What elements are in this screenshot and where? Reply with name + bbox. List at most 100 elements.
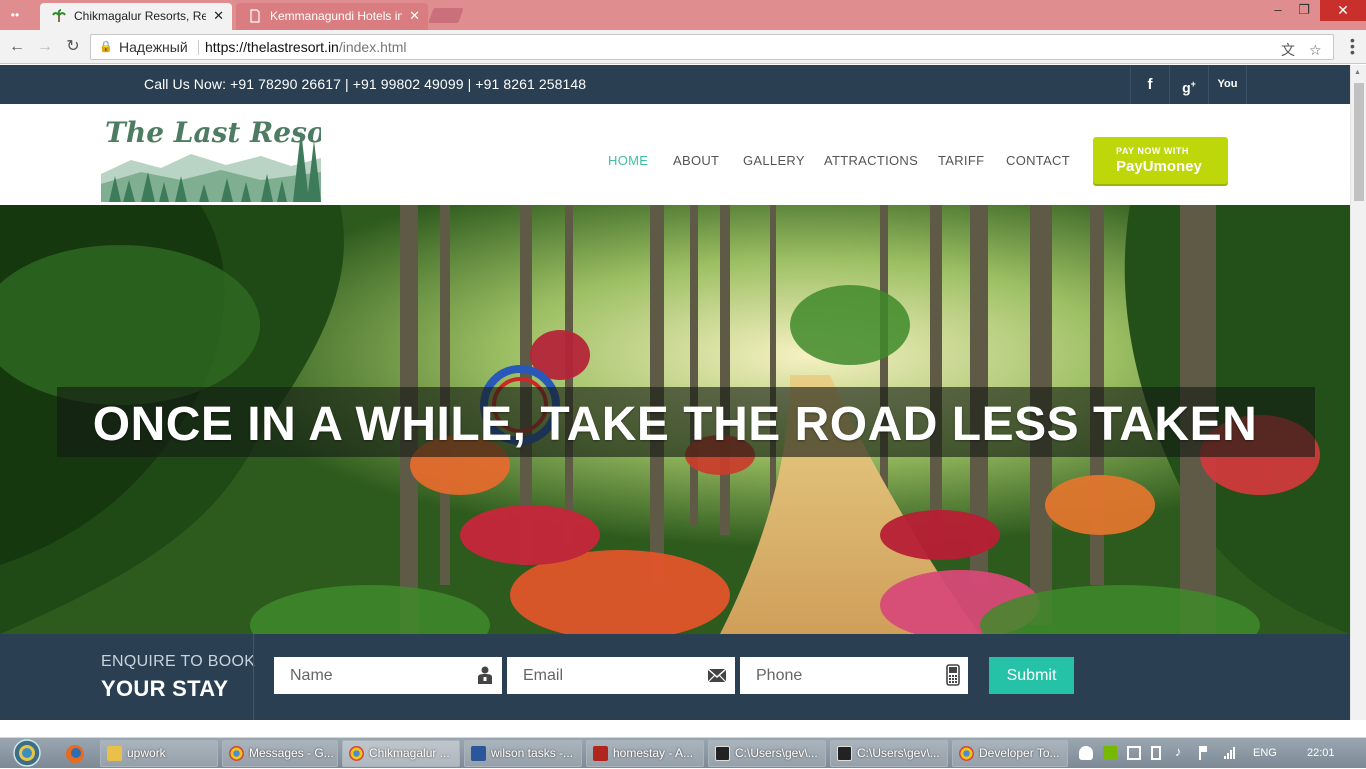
secure-label: Надежный (119, 39, 188, 55)
display-icon[interactable] (1127, 746, 1141, 760)
tab-chikmagalur-resorts[interactable]: Chikmagalur Resorts, Res ✕ (40, 3, 232, 30)
lock-icon[interactable]: 🔒 (99, 35, 113, 59)
translate-icon[interactable]: 文 (1281, 38, 1295, 62)
facebook-icon[interactable]: f (1130, 65, 1169, 104)
scroll-up-icon[interactable]: ▲ (1354, 69, 1361, 76)
taskbar-item-console-2[interactable]: C:\Users\gev\... (830, 740, 948, 767)
action-center-flag-icon[interactable] (1199, 746, 1207, 760)
minimize-icon[interactable]: – (1264, 0, 1292, 22)
browser-toolbar: ← → ↻ 🔒 Надежный https://thelastresort.i… (0, 30, 1366, 64)
url-host: https://thelastresort.in (205, 39, 339, 55)
reload-icon[interactable]: ↻ (62, 36, 84, 58)
taskbar-item-label: wilson tasks -... (491, 746, 574, 760)
restore-icon[interactable]: ❐ (1290, 0, 1318, 22)
nav-tariff[interactable]: TARIFF (938, 153, 984, 168)
taskbar-item-messages[interactable]: Messages - G... (222, 740, 338, 767)
tab-title: Chikmagalur Resorts, Res (74, 9, 206, 23)
hero-title: ONCE IN A WHILE, TAKE THE ROAD LESS TAKE… (92, 398, 1258, 451)
console-icon (837, 746, 852, 761)
booking-divider (253, 634, 254, 720)
address-bar[interactable]: 🔒 Надежный https://thelastresort.in/inde… (90, 34, 1334, 60)
top-contact-bar: Call Us Now: +91 78290 26617 | +91 99802… (0, 65, 1350, 104)
taskbar-item-console-1[interactable]: C:\Users\gev\... (708, 740, 826, 767)
nvidia-icon[interactable] (1103, 746, 1117, 760)
new-tab-button[interactable] (428, 8, 464, 23)
device-icon[interactable] (1151, 746, 1161, 760)
start-button-icon[interactable] (8, 738, 46, 768)
page-icon (250, 9, 260, 23)
phone-input[interactable] (740, 657, 968, 694)
taskbar-item-label: upwork (127, 746, 166, 760)
youtube-icon[interactable]: You (1208, 65, 1247, 104)
envelope-icon (707, 668, 727, 683)
tab-kemmanagundi-hotels[interactable]: Kemmanagundi Hotels in ✕ (236, 3, 428, 30)
cloud-icon[interactable] (1079, 746, 1093, 760)
nav-gallery[interactable]: GALLERY (743, 153, 805, 168)
taskbar-item-upwork[interactable]: upwork (100, 740, 218, 767)
taskbar-item-wilson-tasks[interactable]: wilson tasks -... (464, 740, 582, 767)
webpage: Call Us Now: +91 78290 26617 | +91 99802… (0, 65, 1350, 720)
chrome-icon (349, 746, 364, 761)
volume-icon[interactable]: ♪ (1175, 744, 1189, 759)
hero-banner: ONCE IN A WHILE, TAKE THE ROAD LESS TAKE… (0, 205, 1350, 634)
taskbar-item-label: Chikmagalur ... (369, 746, 450, 760)
windows-taskbar: upwork Messages - G... Chikmagalur ... w… (0, 737, 1366, 768)
call-us-text: Call Us Now: +91 78290 26617 | +91 99802… (144, 76, 587, 92)
bookmark-star-icon[interactable]: ☆ (1309, 38, 1322, 62)
network-signal-icon[interactable] (1223, 746, 1237, 760)
word-icon (471, 746, 486, 761)
nav-attractions[interactable]: ATTRACTIONS (824, 153, 918, 168)
url-text[interactable]: https://thelastresort.in/index.html (205, 35, 407, 59)
phone-field (740, 657, 968, 694)
nav-contact[interactable]: CONTACT (1006, 153, 1070, 168)
back-arrow-icon[interactable]: ← (6, 36, 28, 58)
enquire-heading-small: ENQUIRE TO BOOK (101, 653, 256, 670)
pay-now-button[interactable]: PAY NOW WITH PayUmoney (1093, 137, 1228, 184)
taskbar-clock[interactable]: 22:01 (1307, 747, 1335, 759)
taskbar-item-chikmagalur[interactable]: Chikmagalur ... (342, 740, 460, 767)
enquire-heading-big: YOUR STAY (101, 676, 229, 701)
resort-logo[interactable]: The Last Resort.in (101, 110, 321, 202)
pay-now-line1: PAY NOW WITH (1116, 146, 1189, 156)
submit-button[interactable]: Submit (989, 657, 1074, 694)
url-path: /index.html (338, 39, 407, 55)
console-icon (715, 746, 730, 761)
logo-text: The Last Resort.in (105, 116, 321, 149)
scrollbar-thumb[interactable] (1354, 83, 1364, 201)
site-header: The Last Resort.in HOME ABOUT GALLERY AT… (0, 104, 1350, 205)
chrome-menu-icon[interactable]: • • • (1350, 33, 1356, 59)
forward-arrow-icon[interactable]: → (34, 36, 56, 58)
incognito-profile-icon[interactable]: •• (4, 5, 26, 25)
chrome-icon (229, 746, 244, 761)
filezilla-icon (593, 746, 608, 761)
nav-home[interactable]: HOME (608, 153, 648, 168)
tab-close-icon[interactable]: ✕ (409, 3, 420, 29)
omnibox-divider (198, 40, 199, 55)
pay-now-line2: PayUmoney (1116, 158, 1202, 175)
language-indicator[interactable]: ENG (1253, 747, 1277, 759)
folder-icon (107, 746, 122, 761)
name-input[interactable] (274, 657, 502, 694)
mobile-phone-icon (946, 664, 960, 686)
chrome-icon (959, 746, 974, 761)
taskbar-item-homestay[interactable]: homestay - A... (586, 740, 704, 767)
google-plus-icon[interactable]: g+ (1169, 65, 1208, 104)
booking-bar: ENQUIRE TO BOOK YOUR STAY Name Email Pho… (0, 634, 1350, 720)
name-field (274, 657, 502, 694)
taskbar-item-label: homestay - A... (613, 746, 694, 760)
taskbar-item-label: Messages - G... (249, 746, 334, 760)
palm-tree-favicon (52, 9, 66, 22)
nav-about[interactable]: ABOUT (673, 153, 719, 168)
user-icon (478, 666, 492, 684)
tab-close-icon[interactable]: ✕ (213, 3, 224, 29)
email-input[interactable] (507, 657, 735, 694)
window-close-icon[interactable]: ✕ (1320, 0, 1366, 21)
taskbar-item-label: C:\Users\gev\... (857, 746, 940, 760)
email-field (507, 657, 735, 694)
taskbar-item-label: C:\Users\gev\... (735, 746, 818, 760)
browser-tab-strip: •• Chikmagalur Resorts, Res ✕ Kemmanagun… (0, 0, 1366, 30)
taskbar-item-developer-tools[interactable]: Developer To... (952, 740, 1068, 767)
page-scrollbar[interactable]: ▲ (1350, 65, 1366, 720)
tab-title: Kemmanagundi Hotels in (270, 9, 402, 23)
firefox-icon[interactable] (58, 742, 92, 766)
